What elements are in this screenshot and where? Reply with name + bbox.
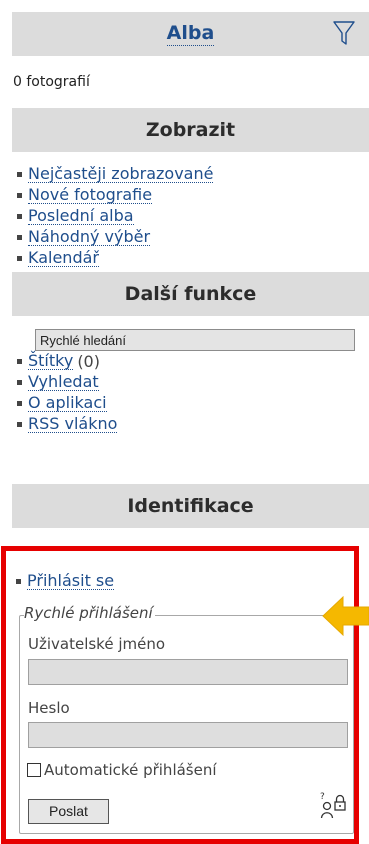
about-link[interactable]: O aplikaci [28,395,107,412]
latest-albums-link[interactable]: Poslední alba [28,208,134,225]
more-functions-title: Další funkce [124,283,257,305]
identification-title: Identifikace [127,495,254,517]
login-links: Přihlásit se [11,571,115,592]
list-item: Vyhledat [12,372,369,393]
list-item: Poslední alba [12,206,369,227]
login-highlight-box: Přihlásit se Rychlé přihlášení Uživatels… [1,546,359,844]
list-item: Štítky (0) [12,351,369,372]
list-item: Náhodný výběr [12,227,369,248]
more-links: Štítky (0) Vyhledat O aplikaci RSS vlákno [12,351,369,435]
password-label: Heslo [28,699,70,717]
quick-login-legend: Rychlé přihlášení [24,604,155,622]
bullet-icon [17,256,22,261]
bullet-icon [17,401,22,406]
bullet-icon [17,359,22,364]
list-item: RSS vlákno [12,414,369,435]
search-link[interactable]: Vyhledat [28,374,99,391]
tags-count: (0) [77,352,100,371]
identification-header: Identifikace [12,484,369,528]
albums-header: Alba [12,12,369,56]
list-item: Přihlásit se [11,571,115,592]
tags-link[interactable]: Štítky [28,353,74,370]
quick-search-input[interactable] [35,329,355,351]
calendar-link[interactable]: Kalendář [28,250,99,267]
most-viewed-link[interactable]: Nejčastěji zobrazované [28,166,214,183]
view-title: Zobrazit [145,119,236,141]
rss-feed-link[interactable]: RSS vlákno [28,416,118,433]
filter-funnel-icon[interactable] [333,20,355,46]
svg-text:?: ? [320,792,325,802]
submit-button[interactable]: Poslat [28,799,109,824]
list-item: O aplikaci [12,393,369,414]
bullet-icon [17,172,22,177]
bullet-icon [17,380,22,385]
random-selection-link[interactable]: Náhodný výběr [28,229,151,246]
login-link[interactable]: Přihlásit se [27,573,115,590]
more-functions-header: Další funkce [12,272,369,316]
bullet-icon [17,422,22,427]
username-label: Uživatelské jméno [28,635,166,653]
view-header: Zobrazit [12,108,369,152]
albums-title[interactable]: Alba [166,22,215,46]
list-item: Nejčastěji zobrazované [12,164,369,185]
bullet-icon [16,579,21,584]
list-item: Kalendář [12,248,369,269]
new-photos-link[interactable]: Nové fotografie [28,187,153,204]
view-links: Nejčastěji zobrazované Nové fotografie P… [12,164,369,269]
bullet-icon [17,235,22,240]
bullet-icon [17,214,22,219]
sidebar: Alba 0 fotografií Zobrazit Nejčastěji zo… [12,12,369,528]
photo-count: 0 fotografií [13,74,90,90]
left-arrow-icon [322,595,369,637]
user-lock-icon: ? [320,792,346,819]
password-field[interactable] [28,722,348,748]
quick-login-fieldset: Rychlé přihlášení Uživatelské jméno Hesl… [19,604,354,834]
list-item: Nové fotografie [12,185,369,206]
bullet-icon [17,193,22,198]
auto-login-checkbox[interactable] [27,763,41,777]
auto-login-label: Automatické přihlášení [44,761,217,779]
username-field[interactable] [28,659,348,685]
login-link-row: Přihlásit se [11,571,115,592]
auto-login-row: Automatické přihlášení [27,761,217,779]
